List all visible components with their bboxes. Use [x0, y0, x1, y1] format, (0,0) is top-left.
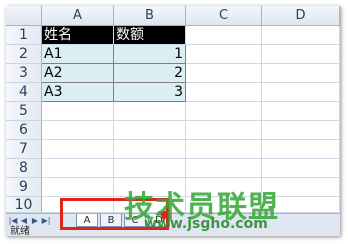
- column-header-b[interactable]: B: [114, 6, 186, 26]
- column-header-c[interactable]: C: [186, 6, 262, 26]
- cell-b7[interactable]: [114, 140, 186, 159]
- cell-d6[interactable]: [262, 121, 340, 140]
- cell-a2[interactable]: A1: [42, 45, 114, 64]
- column-header-a[interactable]: A: [42, 6, 114, 26]
- row-header-4[interactable]: 4: [6, 83, 42, 102]
- last-sheet-icon[interactable]: ▶|: [41, 215, 51, 226]
- row-header-5[interactable]: 5: [6, 102, 42, 121]
- cell-d8[interactable]: [262, 159, 340, 178]
- cell-b6[interactable]: [114, 121, 186, 140]
- row-header-2[interactable]: 2: [6, 45, 42, 64]
- row-header-1[interactable]: 1: [6, 26, 42, 45]
- cell-c8[interactable]: [186, 159, 262, 178]
- cell-a1-name-header[interactable]: 姓名: [42, 26, 114, 45]
- first-sheet-icon[interactable]: |◀: [8, 215, 18, 226]
- cell-c7[interactable]: [186, 140, 262, 159]
- row-header-8[interactable]: 8: [6, 159, 42, 178]
- cell-d3[interactable]: [262, 64, 340, 83]
- cell-c4[interactable]: [186, 83, 262, 102]
- cell-b8[interactable]: [114, 159, 186, 178]
- cell-a7[interactable]: [42, 140, 114, 159]
- row-header-3[interactable]: 3: [6, 64, 42, 83]
- cell-d1[interactable]: [262, 26, 340, 45]
- cell-b3[interactable]: 2: [114, 64, 186, 83]
- cell-a3[interactable]: A2: [42, 64, 114, 83]
- watermark-url: www.jsgho.com: [144, 216, 268, 232]
- row-header-7[interactable]: 7: [6, 140, 42, 159]
- cell-c6[interactable]: [186, 121, 262, 140]
- row-header-10[interactable]: 10: [6, 197, 42, 213]
- cell-b2[interactable]: 1: [114, 45, 186, 64]
- next-sheet-icon[interactable]: ▶: [30, 215, 40, 226]
- cell-d4[interactable]: [262, 83, 340, 102]
- cell-c1[interactable]: [186, 26, 262, 45]
- cell-b5[interactable]: [114, 102, 186, 121]
- cell-a8[interactable]: [42, 159, 114, 178]
- ready-status: 就绪: [10, 226, 30, 237]
- cell-a4[interactable]: A3: [42, 83, 114, 102]
- cell-a6[interactable]: [42, 121, 114, 140]
- cell-b1-amount-header[interactable]: 数额: [114, 26, 186, 45]
- cell-d5[interactable]: [262, 102, 340, 121]
- row-header-9[interactable]: 9: [6, 178, 42, 197]
- column-header-d[interactable]: D: [262, 6, 340, 26]
- cell-d7[interactable]: [262, 140, 340, 159]
- previous-sheet-icon[interactable]: ◀: [19, 215, 29, 226]
- cell-c5[interactable]: [186, 102, 262, 121]
- cell-a5[interactable]: [42, 102, 114, 121]
- cell-a9[interactable]: [42, 178, 114, 197]
- cell-c2[interactable]: [186, 45, 262, 64]
- cell-b4[interactable]: 3: [114, 83, 186, 102]
- cell-c3[interactable]: [186, 64, 262, 83]
- row-header-6[interactable]: 6: [6, 121, 42, 140]
- spreadsheet-window: A B C D 1 2 3 4 5 6 7 8 9 10 姓名 数额 A1 1 …: [6, 6, 340, 236]
- cell-d2[interactable]: [262, 45, 340, 64]
- select-all-corner[interactable]: [6, 6, 42, 26]
